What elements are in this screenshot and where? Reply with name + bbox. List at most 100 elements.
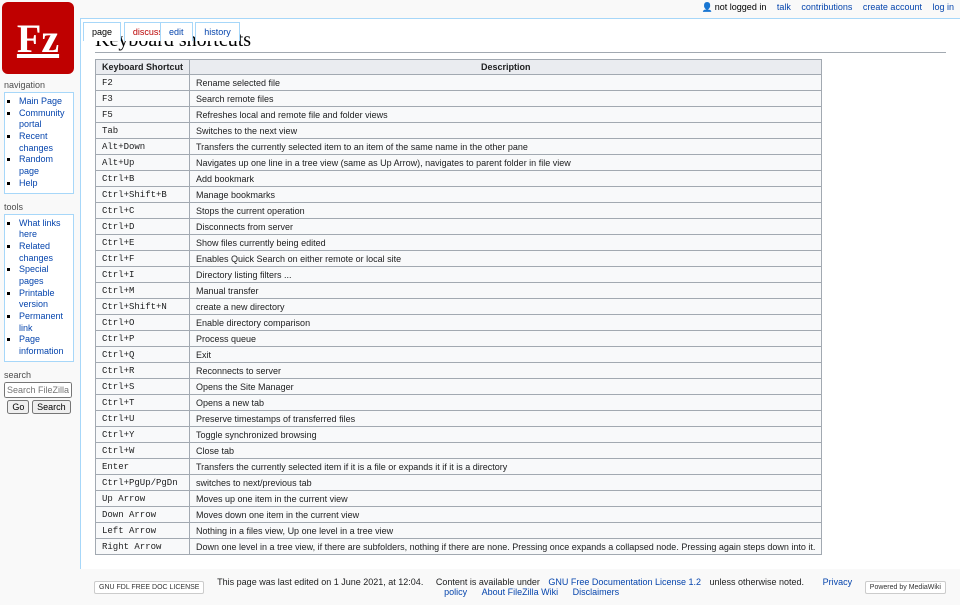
tab-edit[interactable]: edit (160, 22, 193, 41)
tools-portal: tools What links hereRelated changesSpec… (4, 202, 74, 362)
shortcut-key: Ctrl+C (102, 206, 134, 216)
table-row: Ctrl+FEnables Quick Search on either rem… (96, 251, 822, 267)
shortcut-desc: create a new directory (190, 299, 822, 315)
shortcut-key: Right Arrow (102, 542, 161, 552)
shortcut-key: Ctrl+Y (102, 430, 134, 440)
table-row: Tab Switches to the next view (96, 123, 822, 139)
table-row: F5Refreshes local and remote file and fo… (96, 107, 822, 123)
search-search-button[interactable]: Search (32, 400, 71, 414)
shortcut-key: Alt+Down (102, 142, 145, 152)
tools-item[interactable]: Related changes (19, 241, 53, 263)
gfdl-badge: GNU FDL FREE DOC LICENSE (94, 581, 204, 594)
table-row: Ctrl+Q Exit (96, 347, 822, 363)
nav-item[interactable]: Recent changes (19, 131, 53, 153)
shortcut-key: Ctrl+Shift+N (102, 302, 167, 312)
shortcut-key: Tab (102, 126, 118, 136)
table-row: Ctrl+T Opens a new tab (96, 395, 822, 411)
nav-portal: navigation Main Page Community portalRece… (4, 80, 74, 194)
shortcut-key: Ctrl+I (102, 270, 134, 280)
footer-about-link[interactable]: About FileZilla Wiki (482, 587, 559, 597)
shortcut-desc: Moves down one item in the current view (190, 507, 822, 523)
search-portal: search Go Search (4, 370, 74, 414)
table-row: Alt+DownTransfers the currently selected… (96, 139, 822, 155)
tools-item[interactable]: What links here (19, 218, 61, 240)
table-row: Ctrl+DDisconnects from server (96, 219, 822, 235)
footer-lastmod: This page was last edited on 1 June 2021… (217, 577, 423, 587)
shortcut-desc: Show files currently being edited (190, 235, 822, 251)
table-row: EnterTransfers the currently selected it… (96, 459, 822, 475)
shortcut-key: Ctrl+O (102, 318, 134, 328)
tools-heading: tools (4, 202, 74, 212)
table-row: Ctrl+OEnable directory comparison (96, 315, 822, 331)
shortcut-desc: Refreshes local and remote file and fold… (190, 107, 822, 123)
shortcut-desc: Rename selected file (190, 75, 822, 91)
shortcut-key: Ctrl+Q (102, 350, 134, 360)
nav-heading: navigation (4, 80, 74, 90)
shortcut-key: Ctrl+S (102, 382, 134, 392)
shortcut-key: Up Arrow (102, 494, 145, 504)
tools-item[interactable]: Permanent link (19, 311, 63, 333)
site-logo[interactable]: Fz (2, 2, 74, 74)
shortcut-key: Ctrl+M (102, 286, 134, 296)
mediawiki-badge: Powered by MediaWiki (865, 581, 946, 594)
shortcut-desc: Disconnects from server (190, 219, 822, 235)
footer-disclaimers-link[interactable]: Disclaimers (573, 587, 620, 597)
table-row: F3Search remote files (96, 91, 822, 107)
shortcut-key: F3 (102, 94, 113, 104)
search-heading: search (4, 370, 74, 380)
log-in-link[interactable]: log in (932, 2, 954, 12)
col-shortcut: Keyboard Shortcut (96, 60, 190, 75)
footer-license-link[interactable]: GNU Free Documentation License 1.2 (548, 577, 701, 587)
shortcut-key: Alt+Up (102, 158, 134, 168)
table-row: Ctrl+EShow files currently being edited (96, 235, 822, 251)
talk-link[interactable]: talk (777, 2, 791, 12)
shortcut-desc: Moves up one item in the current view (190, 491, 822, 507)
nav-item[interactable]: Main Page (19, 96, 62, 106)
shortcut-desc: Navigates up one line in a tree view (sa… (190, 155, 822, 171)
shortcut-desc: Close tab (190, 443, 822, 459)
shortcut-desc: Opens the Site Manager (190, 379, 822, 395)
table-row: Alt+Up Navigates up one line in a tree vi… (96, 155, 822, 171)
nav-item[interactable]: Help (19, 178, 38, 188)
shortcut-desc: Switches to the next view (190, 123, 822, 139)
table-row: Ctrl+M Manual transfer (96, 283, 822, 299)
tab-history[interactable]: history (195, 22, 240, 41)
table-row: Ctrl+PgUp/PgDnswitches to next/previous … (96, 475, 822, 491)
contributions-link[interactable]: contributions (801, 2, 852, 12)
table-row: Right ArrowDown one level in a tree view… (96, 539, 822, 555)
shortcut-key: Ctrl+W (102, 446, 134, 456)
shortcut-key: Ctrl+T (102, 398, 134, 408)
shortcut-key: Enter (102, 462, 129, 472)
table-row: Ctrl+Shift+N create a new directory (96, 299, 822, 315)
table-row: Ctrl+I Directory listing filters ... (96, 267, 822, 283)
shortcut-key: Ctrl+U (102, 414, 134, 424)
table-row: Ctrl+C Stops the current operation (96, 203, 822, 219)
tools-item[interactable]: Special pages (19, 264, 49, 286)
nav-item[interactable]: Random page (19, 154, 53, 176)
table-row: Ctrl+Shift+BManage bookmarks (96, 187, 822, 203)
search-input[interactable] (4, 382, 72, 398)
tab-page[interactable]: page (83, 22, 121, 41)
tools-item[interactable]: Printable version (19, 288, 55, 310)
shortcut-key: Ctrl+PgUp/PgDn (102, 478, 178, 488)
shortcut-key: Ctrl+Shift+B (102, 190, 167, 200)
shortcut-key: Ctrl+B (102, 174, 134, 184)
shortcut-key: Ctrl+R (102, 366, 134, 376)
shortcut-desc: Add bookmark (190, 171, 822, 187)
tools-item[interactable]: Page information (19, 334, 64, 356)
shortcut-desc: Manual transfer (190, 283, 822, 299)
table-row: Ctrl+S Opens the Site Manager (96, 379, 822, 395)
shortcut-desc: Directory listing filters ... (190, 267, 822, 283)
shortcut-desc: Exit (190, 347, 822, 363)
table-row: Down ArrowMoves down one item in the cur… (96, 507, 822, 523)
shortcut-key: Ctrl+P (102, 334, 134, 344)
nav-item[interactable]: Community portal (19, 108, 65, 130)
table-row: Ctrl+W Close tab (96, 443, 822, 459)
shortcut-desc: Opens a new tab (190, 395, 822, 411)
not-logged-in: 👤not logged in (702, 2, 767, 12)
search-go-button[interactable]: Go (7, 400, 29, 414)
shortcut-desc: Stops the current operation (190, 203, 822, 219)
create-account-link[interactable]: create account (863, 2, 922, 12)
table-row: Ctrl+PProcess queue (96, 331, 822, 347)
table-row: Ctrl+B Add bookmark (96, 171, 822, 187)
